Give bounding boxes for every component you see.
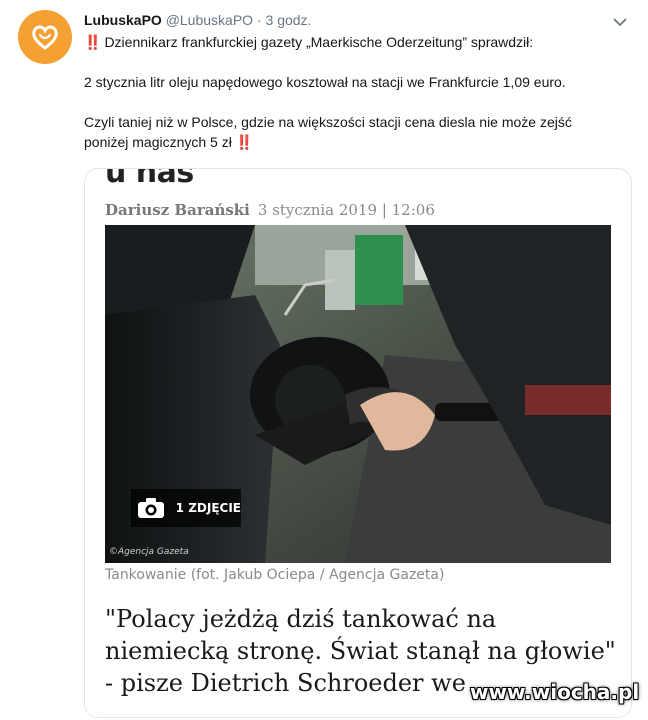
headline-line-1: "Polacy jeżdżą dziś tankować na: [105, 605, 497, 633]
article-title-fragment: u nas: [105, 168, 194, 190]
tweet: LubuskaPO @LubuskaPO · 3 godz. ‼️ Dzienni…: [0, 0, 648, 720]
article-card[interactable]: u nas Dariusz Barański 3 stycznia 2019 | …: [84, 168, 632, 718]
double-exclamation-icon: ‼️: [235, 134, 253, 150]
author-handle[interactable]: @LubuskaPO: [166, 12, 253, 28]
article-byline: Dariusz Barański 3 stycznia 2019 | 12:06: [105, 201, 435, 219]
separator-dot: ·: [256, 12, 262, 28]
photo-credit: ©Agencja Gazeta: [109, 547, 189, 557]
photo-count-label: 1 ZDJĘCIE: [175, 501, 241, 515]
tweet-line-2: 2 stycznia litr oleju napędowego kosztow…: [84, 74, 566, 90]
site-watermark: www.wiocha.pl: [470, 680, 640, 704]
tweet-timestamp[interactable]: 3 godz.: [266, 12, 312, 28]
article-author: Dariusz Barański: [105, 201, 250, 219]
camera-icon: [135, 489, 168, 527]
heart-logo-icon: [32, 25, 58, 50]
tweet-line-3: Czyli taniej niż w Polsce, gdzie na więk…: [84, 114, 572, 130]
avatar[interactable]: [18, 10, 72, 64]
tweet-text: ‼️ Dziennikarz frankfurckiej gazety „Maer…: [84, 32, 624, 152]
article-photo[interactable]: 1 ZDJĘCIE ©Agencja Gazeta: [105, 225, 611, 563]
tweet-line-4: poniżej magicznych 5 zł ‼️: [84, 134, 253, 150]
author-name[interactable]: LubuskaPO: [84, 12, 162, 28]
tweet-header: LubuskaPO @LubuskaPO · 3 godz.: [84, 12, 311, 29]
photo-caption: Tankowanie (fot. Jakub Ociepa / Agencja …: [105, 567, 445, 583]
photo-count-badge[interactable]: 1 ZDJĘCIE: [131, 489, 241, 527]
headline-line-2: niemiecką stronę. Świat stanął na głowie…: [105, 637, 616, 665]
tweet-line-1: ‼️ Dziennikarz frankfurckiej gazety „Maer…: [84, 34, 534, 50]
double-exclamation-icon: ‼️: [84, 34, 101, 50]
article-date: 3 stycznia 2019 | 12:06: [257, 201, 435, 219]
tweet-menu-button[interactable]: [608, 10, 632, 34]
chevron-down-icon: [613, 18, 627, 27]
